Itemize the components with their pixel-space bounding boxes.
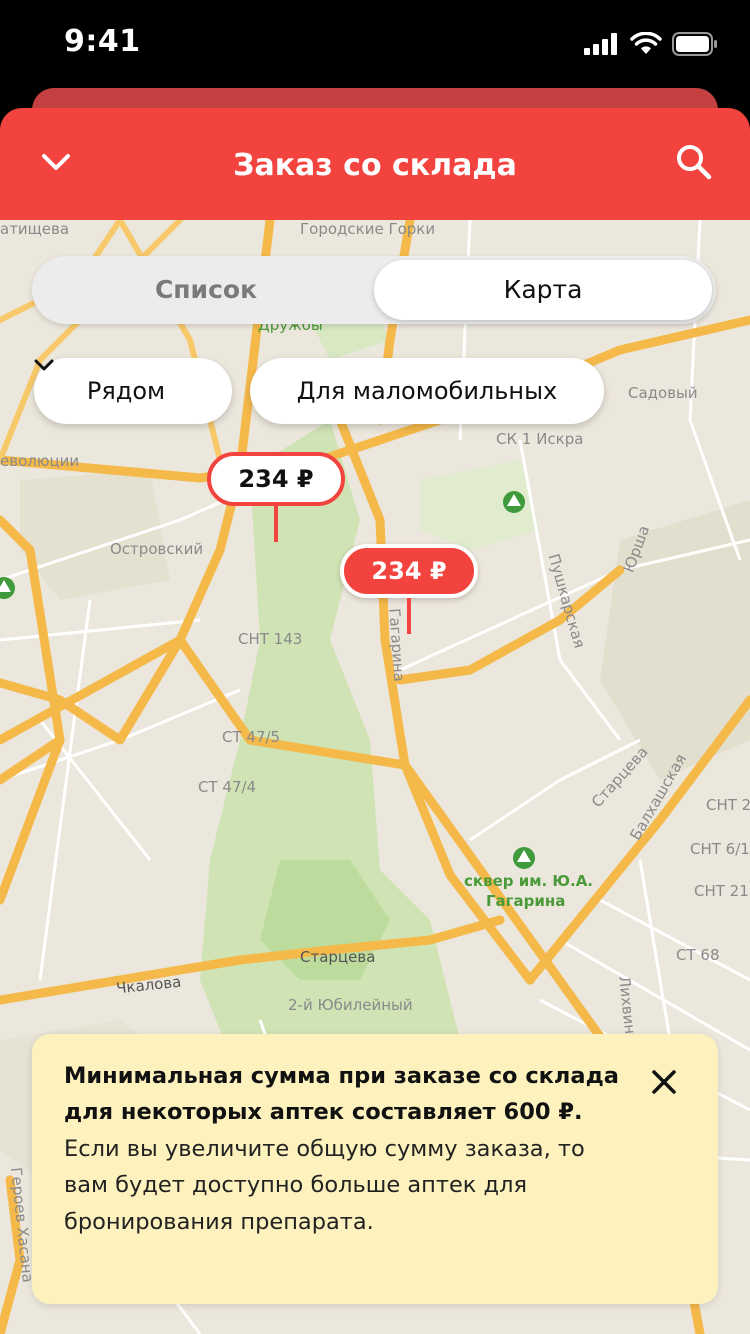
page-title: Заказ со склада — [233, 148, 517, 183]
pin-stem — [407, 598, 411, 634]
notice-regular-text: Если вы увеличите общую сумму заказа, то… — [64, 1135, 585, 1235]
notice-bold-text: Минимальная сумма при заказе со склада д… — [64, 1063, 619, 1126]
map-label: СНТ 21 — [694, 882, 749, 900]
map-label: Старцева — [300, 948, 376, 966]
map-label: СК 1 Искра — [496, 430, 584, 448]
pin-price: 234 ₽ — [340, 544, 478, 598]
map-label: СНТ 2 — [706, 796, 750, 814]
map-label: Гагарина — [486, 892, 566, 910]
wifi-icon — [630, 31, 662, 60]
tab-map[interactable]: Карта — [374, 260, 712, 320]
map-label: СТ 47/4 — [198, 778, 257, 796]
status-time: 9:41 — [64, 24, 141, 59]
nearby-filter[interactable]: Рядом — [34, 358, 232, 424]
map-label: Городские Горки — [300, 220, 436, 238]
map-label: 2-й Юбилейный — [288, 996, 413, 1014]
close-notice-button[interactable] — [644, 1064, 684, 1104]
notice-text: Минимальная сумма при заказе со склада д… — [64, 1058, 624, 1240]
pharmacy-pin-selected[interactable]: 234 ₽ — [340, 544, 478, 634]
view-switcher: Список Карта — [32, 256, 716, 324]
map-label: еволюции — [0, 452, 80, 470]
min-order-notice: Минимальная сумма при заказе со склада д… — [32, 1034, 718, 1304]
accessible-filter[interactable]: Для маломобильных — [250, 358, 604, 424]
map-label: Садовый — [628, 384, 698, 402]
map-label: сквер им. Ю.А. — [464, 872, 594, 890]
map-label: СТ 68 — [676, 946, 720, 964]
nearby-filter-label: Рядом — [86, 377, 166, 405]
pin-stem — [274, 506, 278, 542]
close-icon — [651, 1069, 677, 1099]
battery-icon — [672, 32, 718, 60]
map-label: атищева — [0, 220, 70, 238]
search-icon — [675, 143, 713, 185]
accessible-filter-label: Для маломобильных — [296, 377, 558, 405]
signal-icon — [584, 33, 620, 59]
pharmacy-pin[interactable]: 234 ₽ — [207, 452, 345, 542]
tab-list[interactable]: Список — [36, 260, 376, 320]
map-label: СНТ 143 — [238, 630, 303, 648]
search-button[interactable] — [668, 138, 720, 190]
map-label: Островский — [110, 540, 204, 558]
map-label: СТ 47/5 — [222, 728, 281, 746]
status-bar: 9:41 — [0, 0, 750, 95]
pin-price: 234 ₽ — [207, 452, 345, 506]
header: Заказ со склада — [0, 108, 750, 220]
map-label: СНТ 6/1 — [690, 840, 750, 858]
